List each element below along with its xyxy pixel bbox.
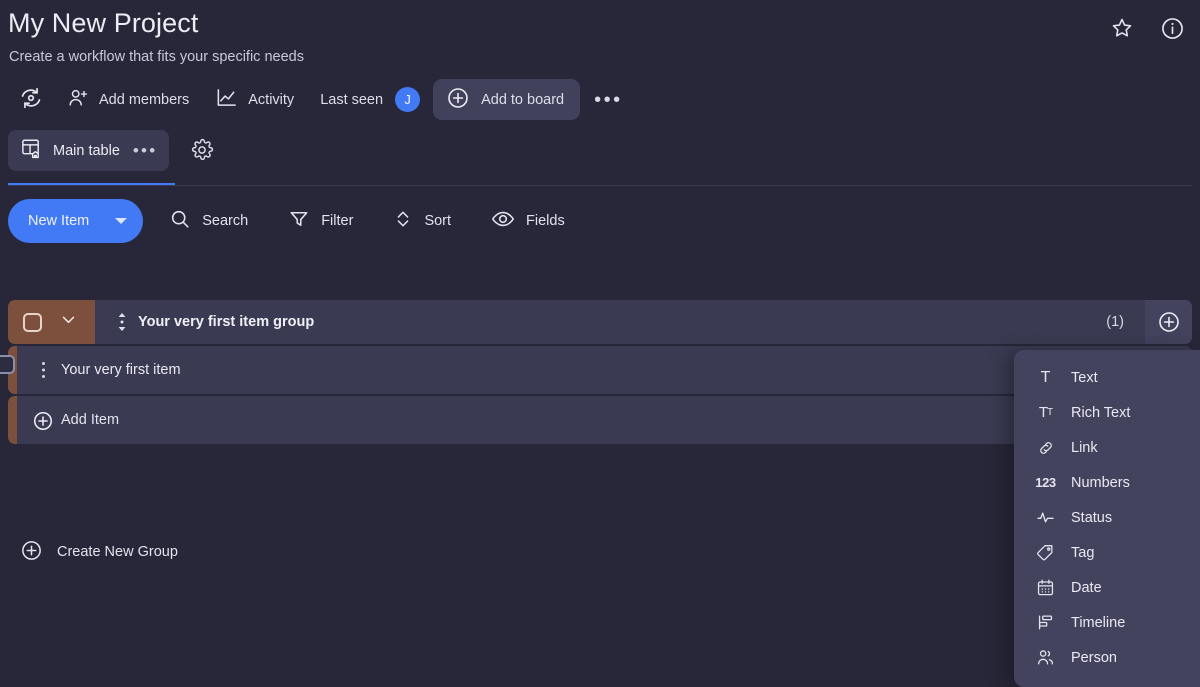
menu-item-status-label: Status	[1071, 509, 1113, 526]
info-icon[interactable]	[1158, 14, 1186, 42]
star-icon[interactable]	[1108, 14, 1136, 42]
menu-item-person[interactable]: Person	[1014, 640, 1200, 675]
chevron-down-icon[interactable]	[115, 218, 128, 224]
group-header-row: Your very first item group (1)	[8, 300, 1192, 344]
action-bar: Add members Activity Last seen J Add to …	[8, 79, 637, 120]
drag-handle-icon[interactable]	[41, 361, 46, 384]
header-icon-group	[1108, 14, 1186, 42]
activity-button[interactable]: Activity	[202, 80, 307, 120]
link-icon	[1036, 439, 1055, 457]
fields-button[interactable]: Fields	[477, 201, 579, 241]
status-pulse-icon	[1036, 508, 1055, 527]
sort-button[interactable]: Sort	[379, 201, 465, 241]
sync-icon	[18, 85, 44, 115]
rich-text-icon: TT	[1038, 404, 1053, 421]
funnel-icon	[288, 208, 310, 234]
fields-label: Fields	[526, 213, 565, 229]
search-icon	[169, 208, 191, 234]
tab-main-table[interactable]: Main table •••	[8, 130, 170, 171]
search-label: Search	[202, 213, 249, 229]
menu-item-date-label: Date	[1071, 579, 1102, 596]
create-new-group-label: Create New Group	[57, 544, 178, 560]
search-button[interactable]: Search	[155, 201, 262, 241]
page-subtitle: Create a workflow that fits your specifi…	[9, 49, 304, 65]
menu-item-link-label: Link	[1071, 439, 1098, 456]
eye-icon	[491, 207, 515, 235]
add-members-button[interactable]: Add members	[54, 80, 202, 120]
plus-circle-icon	[446, 86, 470, 114]
menu-item-person-label: Person	[1071, 649, 1117, 666]
row-select-checkbox[interactable]	[0, 355, 15, 374]
column-type-menu: T Text TT Rich Text Link 123 Numbers Sta…	[1014, 350, 1200, 687]
checkbox-icon[interactable]	[23, 312, 42, 332]
group-select-block[interactable]	[8, 300, 95, 344]
drag-handle-icon[interactable]	[117, 313, 127, 336]
tab-main-table-label: Main table	[53, 142, 120, 159]
menu-item-numbers[interactable]: 123 Numbers	[1014, 465, 1200, 500]
app-root: My New Project Create a workflow that fi…	[0, 0, 1200, 687]
filter-button[interactable]: Filter	[274, 201, 367, 241]
sort-updown-icon	[393, 208, 413, 234]
board-toolbar: New Item Search Filter Sort Fields	[8, 199, 579, 243]
last-seen-label: Last seen	[320, 91, 384, 108]
new-item-button[interactable]: New Item	[8, 199, 144, 243]
gear-icon[interactable]	[190, 138, 220, 168]
row-item-name[interactable]: Your very first item	[61, 346, 181, 394]
menu-item-timeline[interactable]: Timeline	[1014, 605, 1200, 640]
new-item-label: New Item	[28, 213, 90, 229]
numbers-icon: 123	[1035, 475, 1056, 490]
group-item-count: (1)	[1106, 314, 1124, 330]
menu-item-text[interactable]: T Text	[1014, 360, 1200, 395]
sort-label: Sort	[424, 213, 452, 229]
plus-circle-icon	[20, 539, 43, 566]
activity-label: Activity	[248, 91, 295, 108]
menu-item-status[interactable]: Status	[1014, 500, 1200, 535]
tab-strip-divider	[8, 184, 1192, 186]
timeline-icon	[1036, 613, 1055, 632]
menu-item-rich-text-label: Rich Text	[1071, 404, 1131, 421]
text-icon: T	[1040, 368, 1051, 386]
chevron-down-icon[interactable]	[60, 311, 77, 333]
add-column-button[interactable]	[1145, 300, 1192, 344]
menu-item-date[interactable]: Date	[1014, 570, 1200, 605]
menu-item-tag[interactable]: Tag	[1014, 535, 1200, 570]
tag-icon	[1036, 543, 1055, 562]
menu-item-tag-label: Tag	[1071, 544, 1095, 561]
person-icon	[1036, 648, 1055, 667]
add-to-board-label: Add to board	[481, 91, 565, 108]
menu-item-rich-text[interactable]: TT Rich Text	[1014, 395, 1200, 430]
plus-circle-icon	[32, 410, 54, 437]
group-title[interactable]: Your very first item group	[138, 300, 314, 344]
tab-strip: Main table •••	[0, 129, 1200, 186]
menu-item-text-label: Text	[1071, 369, 1098, 386]
add-members-label: Add members	[99, 91, 190, 108]
add-item-label[interactable]: Add Item	[61, 396, 119, 444]
add-to-board-button[interactable]: Add to board	[433, 79, 581, 120]
board-more-menu-button[interactable]: •••	[580, 80, 637, 120]
menu-item-numbers-label: Numbers	[1071, 474, 1130, 491]
menu-item-timeline-label: Timeline	[1071, 614, 1126, 631]
board-home-icon	[20, 137, 43, 164]
row-group-color-stripe	[8, 396, 17, 444]
calendar-icon	[1036, 578, 1055, 597]
last-seen-button[interactable]: Last seen J	[307, 80, 433, 120]
sync-button[interactable]	[8, 80, 54, 120]
create-new-group-button[interactable]: Create New Group	[20, 536, 178, 568]
filter-label: Filter	[321, 213, 354, 229]
person-add-icon	[67, 87, 89, 113]
page-title: My New Project	[8, 8, 199, 38]
menu-item-link[interactable]: Link	[1014, 430, 1200, 465]
avatar[interactable]: J	[395, 87, 421, 112]
activity-chart-icon	[215, 86, 238, 113]
